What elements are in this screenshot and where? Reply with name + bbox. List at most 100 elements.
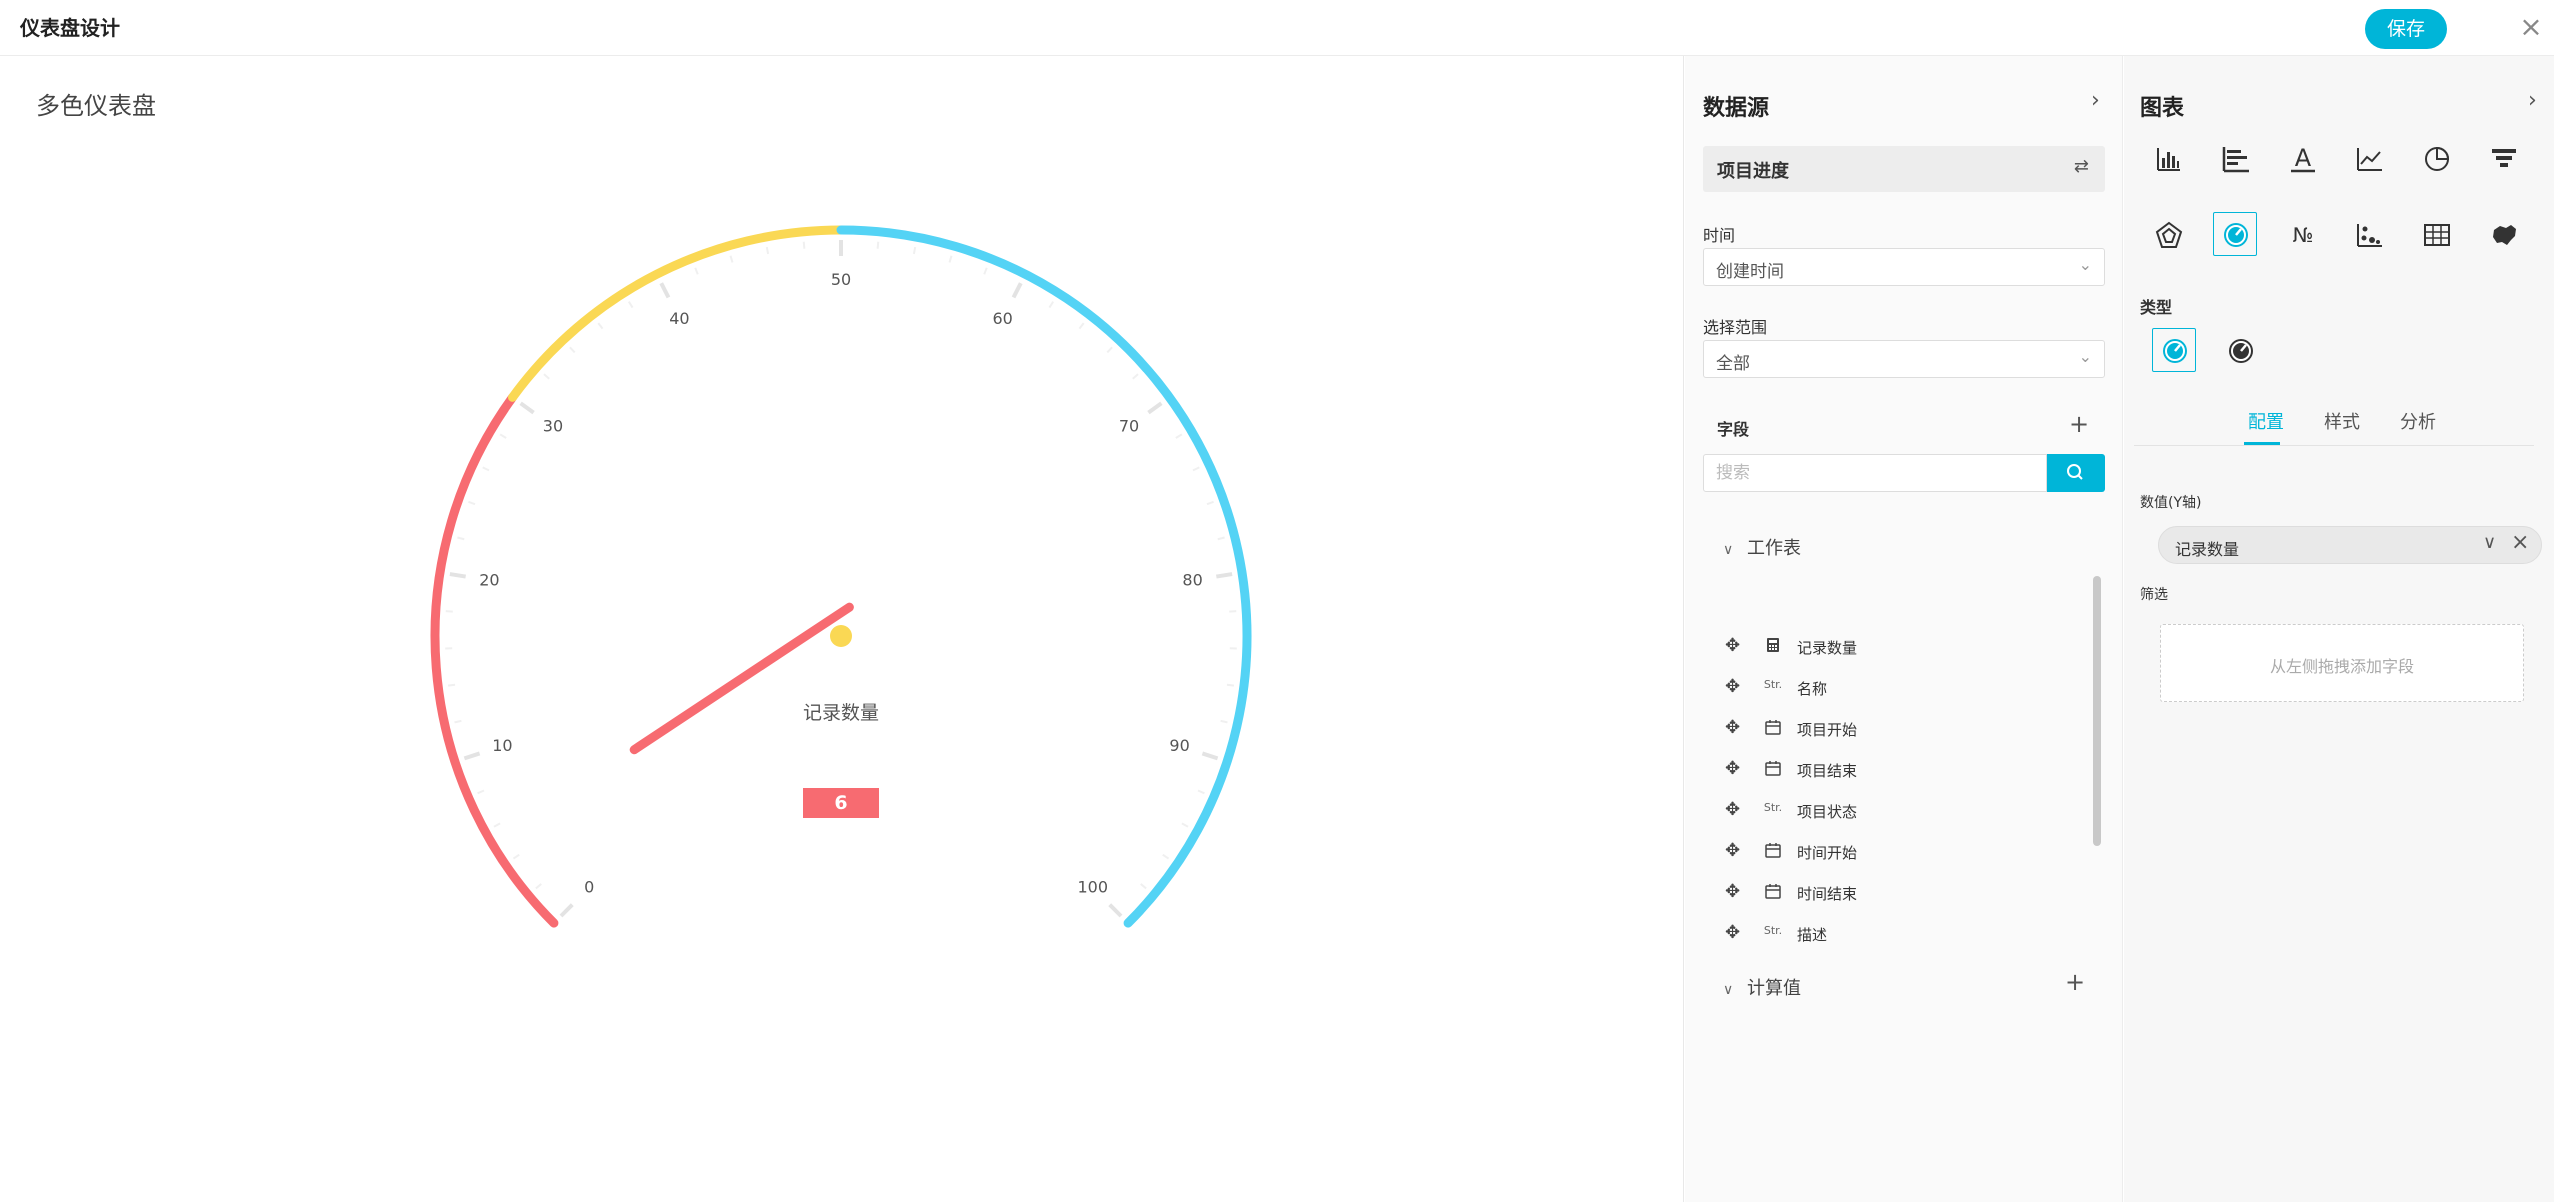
gauge-value-label: 记录数量	[803, 702, 879, 724]
major-tick	[449, 572, 466, 579]
minor-tick	[1132, 373, 1139, 380]
major-tick	[1216, 572, 1233, 579]
minor-tick	[535, 883, 542, 890]
minor-tick	[512, 853, 520, 860]
chart-type-line-chart-button[interactable]	[2347, 136, 2391, 180]
chevron-down-icon: ∨	[1723, 982, 1734, 998]
field-item[interactable]: ✥ Str. 项目状态	[1725, 796, 2085, 826]
major-tick	[1147, 401, 1163, 415]
chart-type-map-button[interactable]	[2481, 212, 2525, 256]
filter-dropzone[interactable]: 从左侧拖拽添加字段	[2160, 624, 2524, 702]
gauge-icon	[2224, 223, 2248, 247]
drag-handle-icon[interactable]: ✥	[1725, 840, 1740, 861]
top-bar: 仪表盘设计 保存 ×	[0, 0, 2554, 56]
chart-type-horizontal-bar-button[interactable]	[2213, 136, 2257, 180]
tick-label: 30	[543, 417, 563, 436]
value-field-pill[interactable]: 记录数量 ∨ ×	[2158, 526, 2542, 564]
minor-tick	[1162, 853, 1170, 860]
minor-tick	[569, 346, 576, 354]
minor-tick	[876, 241, 880, 249]
value-field-name: 记录数量	[2175, 540, 2240, 559]
calc-group[interactable]: ∨ 计算值	[1723, 974, 1801, 1000]
chart-type-gauge-button[interactable]	[2213, 212, 2257, 256]
scatter-icon	[2357, 224, 2382, 247]
tab-config[interactable]: 配置	[2248, 408, 2284, 434]
minor-tick	[1106, 346, 1113, 354]
horizontal-bar-icon	[2222, 147, 2249, 173]
field-item[interactable]: ✥ 记录数量	[1725, 632, 2085, 662]
tick-label: 0	[584, 878, 594, 897]
minor-tick	[694, 267, 699, 275]
calendar-icon	[1765, 843, 1781, 858]
chart-type-scatter-button[interactable]	[2347, 212, 2391, 256]
line-chart-icon	[2357, 148, 2382, 171]
minor-tick	[1226, 683, 1235, 687]
chart-type-pie-chart-button[interactable]	[2414, 136, 2458, 180]
tab-style[interactable]: 样式	[2324, 408, 2360, 434]
field-item[interactable]: ✥ 时间开始	[1725, 837, 2085, 867]
field-name: 项目开始	[1797, 721, 1858, 739]
chart-type-radar-button[interactable]	[2146, 212, 2190, 256]
close-icon[interactable]: ×	[2516, 12, 2546, 42]
field-name: 时间结束	[1797, 885, 1858, 903]
chart-type-bar-chart-button[interactable]	[2146, 136, 2190, 180]
minor-tick	[912, 246, 917, 255]
datasource-panel: 数据源 › 项目进度 ⇄ 时间 创建时间 ⌄ 选择范围 全部 ⌄ 字段 + ∨ …	[1685, 56, 2123, 1202]
chevron-down-icon[interactable]: ∨	[2483, 532, 2496, 553]
field-tree: ∨ 工作表 ✥ 记录数量 ✥ Str. 名称 ✥ 项目开始 ✥ 项目结束 ✥ Str. 项目状态 ✥ 时间…	[1685, 56, 2123, 958]
tick-label: 60	[992, 309, 1012, 328]
field-name: 项目状态	[1797, 803, 1858, 821]
minor-tick	[1175, 433, 1183, 439]
drag-handle-icon[interactable]: ✥	[1725, 799, 1740, 820]
minor-tick	[1206, 500, 1214, 506]
minor-tick	[627, 301, 634, 309]
string-type-icon: Str.	[1763, 924, 1783, 937]
minor-tick	[1217, 536, 1225, 541]
field-item[interactable]: ✥ 项目开始	[1725, 714, 2085, 744]
chart-type-funnel-button[interactable]	[2481, 136, 2525, 180]
drag-handle-icon[interactable]: ✥	[1725, 758, 1740, 779]
major-tick	[659, 282, 671, 299]
collapse-chart-panel-icon[interactable]: ›	[2528, 88, 2537, 113]
minor-tick	[1181, 822, 1189, 828]
remove-field-icon[interactable]: ×	[2511, 530, 2529, 555]
field-item[interactable]: ✥ 时间结束	[1725, 878, 2085, 908]
tab-analysis[interactable]: 分析	[2400, 408, 2436, 434]
save-button[interactable]: 保存	[2365, 9, 2447, 49]
tick-label: 90	[1169, 736, 1189, 755]
chart-type-table-button[interactable]	[2414, 212, 2458, 256]
field-item[interactable]: ✥ Str. 描述	[1725, 919, 2085, 949]
drag-handle-icon[interactable]: ✥	[1725, 881, 1740, 902]
active-tab-indicator	[2244, 442, 2280, 445]
minor-tick	[1220, 719, 1228, 724]
field-scrollbar[interactable]	[2093, 576, 2101, 846]
chart-type-number-button[interactable]: №	[2280, 212, 2324, 256]
chart-type-text-button[interactable]: A	[2280, 136, 2324, 180]
field-item[interactable]: ✥ 项目结束	[1725, 755, 2085, 785]
tick-label: 40	[669, 309, 689, 328]
gauge-type-simple-button[interactable]	[2218, 328, 2262, 372]
minor-tick	[454, 719, 462, 724]
worksheet-group[interactable]: ∨ 工作表	[1723, 534, 1801, 560]
field-name: 描述	[1797, 926, 1828, 944]
minor-tick	[1048, 301, 1055, 309]
gauge-pivot	[830, 625, 852, 647]
drag-handle-icon[interactable]: ✥	[1725, 717, 1740, 738]
tick-label: 70	[1119, 417, 1139, 436]
calendar-icon	[1765, 761, 1781, 776]
drag-handle-icon[interactable]: ✥	[1725, 676, 1740, 697]
worksheet-label: 工作表	[1746, 538, 1801, 559]
add-calc-icon[interactable]: +	[2065, 968, 2085, 996]
pie-chart-icon	[2425, 146, 2450, 171]
minor-tick	[1192, 466, 1200, 472]
gauge-type-multicolor-button[interactable]	[2152, 328, 2196, 372]
field-item[interactable]: ✥ Str. 名称	[1725, 673, 2085, 703]
string-type-icon: Str.	[1763, 801, 1783, 814]
string-type-icon: Str.	[1763, 678, 1783, 691]
minor-tick	[482, 466, 490, 472]
minor-tick	[729, 255, 734, 263]
major-tick	[559, 903, 574, 918]
drag-handle-icon[interactable]: ✥	[1725, 635, 1740, 656]
drag-handle-icon[interactable]: ✥	[1725, 922, 1740, 943]
text-icon: A	[2291, 144, 2315, 173]
